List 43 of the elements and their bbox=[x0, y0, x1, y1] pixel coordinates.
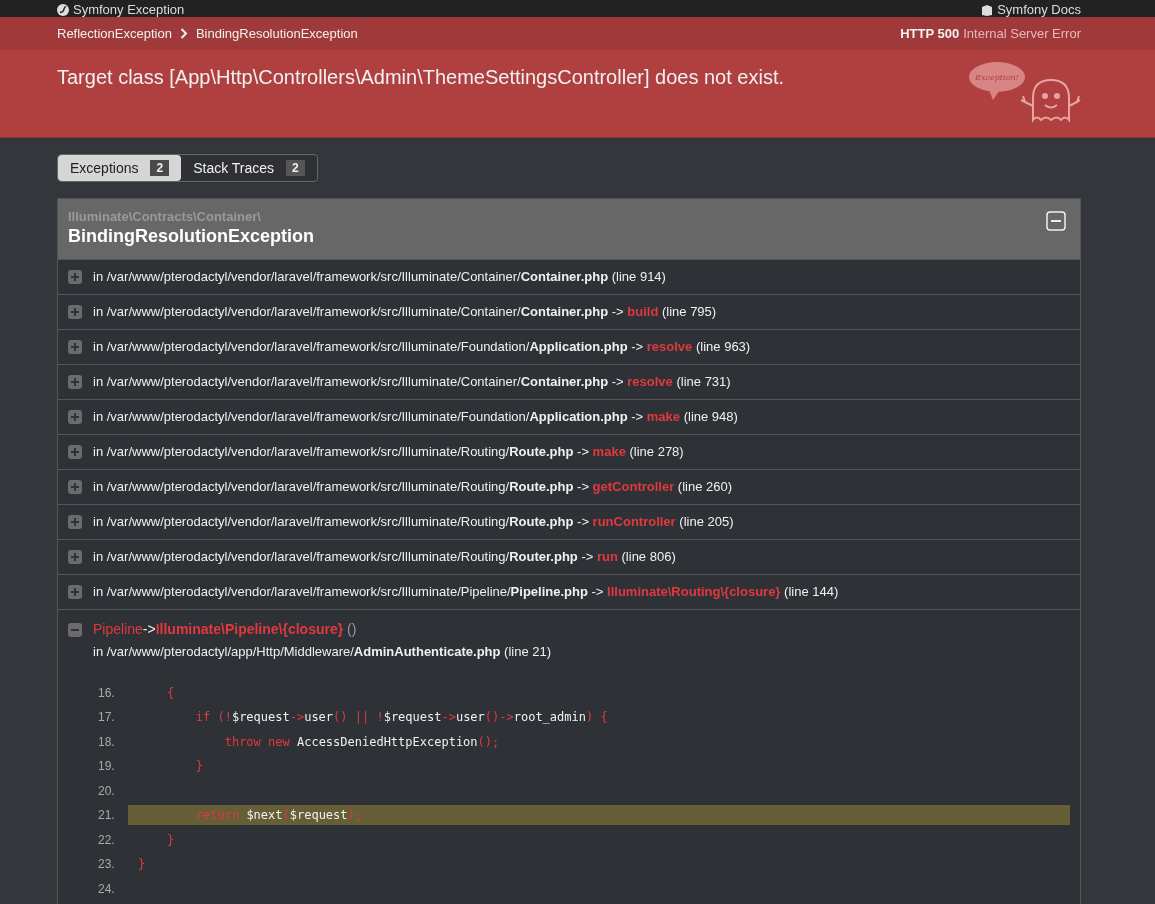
count-badge: 2 bbox=[150, 160, 170, 176]
tab[interactable]: Exceptions 2 bbox=[58, 155, 182, 181]
plus-icon[interactable] bbox=[68, 480, 82, 494]
line-number: 22. bbox=[98, 831, 116, 849]
plus-icon[interactable] bbox=[68, 375, 82, 389]
count-badge: 2 bbox=[286, 160, 305, 176]
code-line: } bbox=[137, 856, 147, 874]
tab[interactable]: Stack Traces 2 bbox=[181, 155, 317, 181]
status-code: HTTP 500 bbox=[900, 24, 960, 43]
minus-icon[interactable] bbox=[68, 622, 82, 637]
plus-icon[interactable] bbox=[68, 445, 82, 459]
line-number: 19. bbox=[98, 758, 116, 776]
status-text: Internal Server Error bbox=[963, 24, 1081, 43]
plus-icon[interactable] bbox=[68, 340, 82, 354]
line-number: 17. bbox=[98, 709, 116, 727]
line-number: 24. bbox=[98, 880, 116, 898]
plus-icon[interactable] bbox=[68, 585, 82, 599]
app-title: Symfony Exception bbox=[73, 3, 185, 17]
breadcrumb-item: ReflectionException bbox=[57, 24, 172, 43]
trace-call[interactable]: Pipeline->Illuminate\Pipeline\{closure} () bbox=[93, 619, 357, 640]
code-line: if (!$request->user() || !$request->user()->root_admin) { bbox=[194, 709, 609, 727]
plus-icon[interactable] bbox=[68, 410, 82, 424]
collapse-icon[interactable] bbox=[1046, 211, 1066, 231]
line-number: 18. bbox=[98, 733, 116, 751]
plus-icon[interactable] bbox=[68, 305, 82, 319]
code-line: } bbox=[165, 831, 176, 849]
line-number: 23. bbox=[98, 856, 116, 874]
docs-link[interactable]: Symfony Docs bbox=[997, 3, 1081, 17]
plus-icon[interactable] bbox=[68, 270, 82, 284]
plus-icon[interactable] bbox=[68, 550, 82, 564]
breadcrumb-item: BindingResolutionException bbox=[195, 24, 358, 43]
line-number: 21. bbox=[98, 807, 116, 825]
trace-location: in /var/www/pterodactyl/app/Http/Middleware/AdminAuthenticate.php (line 21) bbox=[92, 643, 553, 661]
code-line: throw new AccessDeniedHttpException(); bbox=[223, 733, 501, 751]
line-number: 16. bbox=[98, 684, 116, 702]
chevron-icon bbox=[179, 28, 188, 39]
code-line: } bbox=[194, 758, 205, 776]
exception-message: Target class [App\Http\Controllers\Admin\ThemeSettingsController] does not exist. bbox=[57, 65, 784, 90]
ghost-mascot-drawing: Exception! bbox=[969, 60, 1081, 128]
plus-icon[interactable] bbox=[68, 515, 82, 529]
line-number: 20. bbox=[98, 782, 116, 800]
exception-class: BindingResolutionException bbox=[68, 225, 314, 248]
code-line: { bbox=[165, 684, 176, 702]
